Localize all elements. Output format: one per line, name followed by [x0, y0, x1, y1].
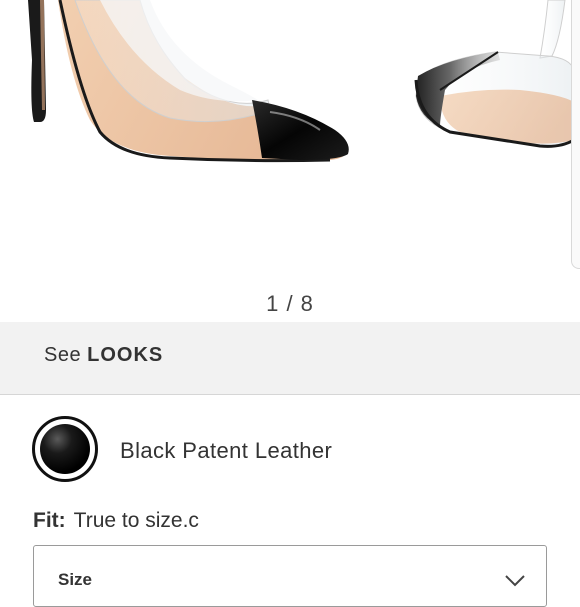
see-looks-label: See LOOKS — [44, 344, 163, 367]
product-image-gallery[interactable]: 1 / 8 — [0, 0, 580, 322]
fit-value: True to size.c — [73, 509, 199, 532]
image-counter: 1 / 8 — [266, 291, 314, 316]
see-looks-emphasis: LOOKS — [87, 344, 164, 366]
gallery-scrollbar[interactable] — [571, 0, 580, 269]
see-looks-prefix: See — [44, 344, 82, 366]
swatch-fill — [40, 424, 90, 474]
size-dropdown[interactable]: Size — [33, 545, 547, 607]
color-selector: Black Patent Leather — [0, 412, 580, 488]
color-swatch-black-patent[interactable] — [32, 416, 98, 482]
chevron-down-icon — [505, 575, 525, 587]
size-dropdown-label: Size — [58, 570, 93, 589]
selected-color-name: Black Patent Leather — [120, 438, 333, 463]
see-looks-button[interactable]: See LOOKS — [0, 322, 580, 395]
fit-info: Fit: True to size.c — [33, 509, 199, 533]
product-image — [28, 0, 575, 163]
fit-label: Fit: — [33, 509, 66, 532]
